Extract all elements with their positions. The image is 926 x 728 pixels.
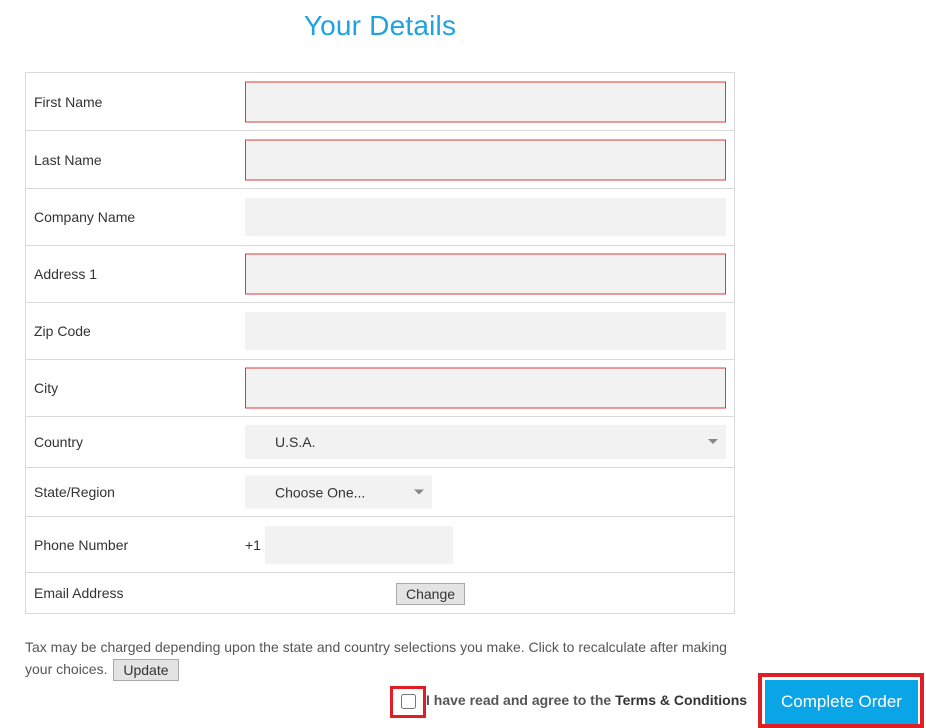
- phone-country-code: +1: [245, 536, 261, 553]
- state-selected-value: Choose One...: [275, 484, 366, 500]
- phone-label: Phone Number: [34, 536, 129, 553]
- row-last-name: Last Name: [26, 131, 734, 189]
- state-label: State/Region: [34, 484, 115, 500]
- checkout-page: Your Details First Name Last Name Compan…: [0, 0, 926, 728]
- city-label: City: [34, 380, 59, 396]
- change-email-button[interactable]: Change: [396, 583, 466, 605]
- row-city: City: [26, 360, 734, 417]
- terms-checkbox[interactable]: [401, 694, 416, 709]
- phone-input[interactable]: [265, 525, 453, 564]
- country-selected-value: U.S.A.: [275, 434, 316, 450]
- last-name-input[interactable]: [245, 139, 726, 180]
- tax-note: Tax may be charged depending upon the st…: [25, 636, 745, 682]
- chevron-down-icon: [708, 439, 718, 444]
- terms-label: I have read and agree to the Terms & Con…: [426, 692, 747, 708]
- country-select[interactable]: U.S.A.: [245, 425, 726, 459]
- company-name-input[interactable]: [245, 198, 726, 236]
- country-label: Country: [34, 434, 84, 450]
- details-form: First Name Last Name Company Name Addres…: [25, 72, 735, 614]
- page-title: Your Details: [303, 10, 457, 41]
- row-zip: Zip Code: [26, 303, 734, 360]
- email-label: Email Address: [34, 585, 124, 601]
- row-address1: Address 1: [26, 246, 734, 303]
- terms-link[interactable]: Terms & Conditions: [615, 692, 747, 708]
- row-country: Country U.S.A.: [26, 417, 734, 468]
- row-state: State/Region Choose One...: [26, 468, 734, 517]
- first-name-label: First Name: [34, 93, 103, 110]
- first-name-input[interactable]: [245, 81, 726, 122]
- last-name-label: Last Name: [34, 151, 102, 168]
- address1-input[interactable]: [245, 253, 726, 295]
- row-company-name: Company Name: [26, 189, 734, 246]
- row-email: Email Address Change: [26, 573, 734, 613]
- state-select[interactable]: Choose One...: [245, 475, 432, 509]
- update-button[interactable]: Update: [113, 659, 179, 682]
- complete-order-button[interactable]: Complete Order: [765, 680, 918, 724]
- zip-label: Zip Code: [34, 323, 91, 339]
- row-phone: Phone Number +1: [26, 517, 734, 573]
- row-first-name: First Name: [26, 73, 734, 131]
- zip-input[interactable]: [245, 312, 726, 350]
- company-name-label: Company Name: [34, 209, 136, 225]
- chevron-down-icon: [414, 489, 424, 495]
- address1-label: Address 1: [34, 266, 98, 282]
- terms-prefix: I have read and agree to the: [426, 692, 616, 708]
- city-input[interactable]: [245, 367, 726, 409]
